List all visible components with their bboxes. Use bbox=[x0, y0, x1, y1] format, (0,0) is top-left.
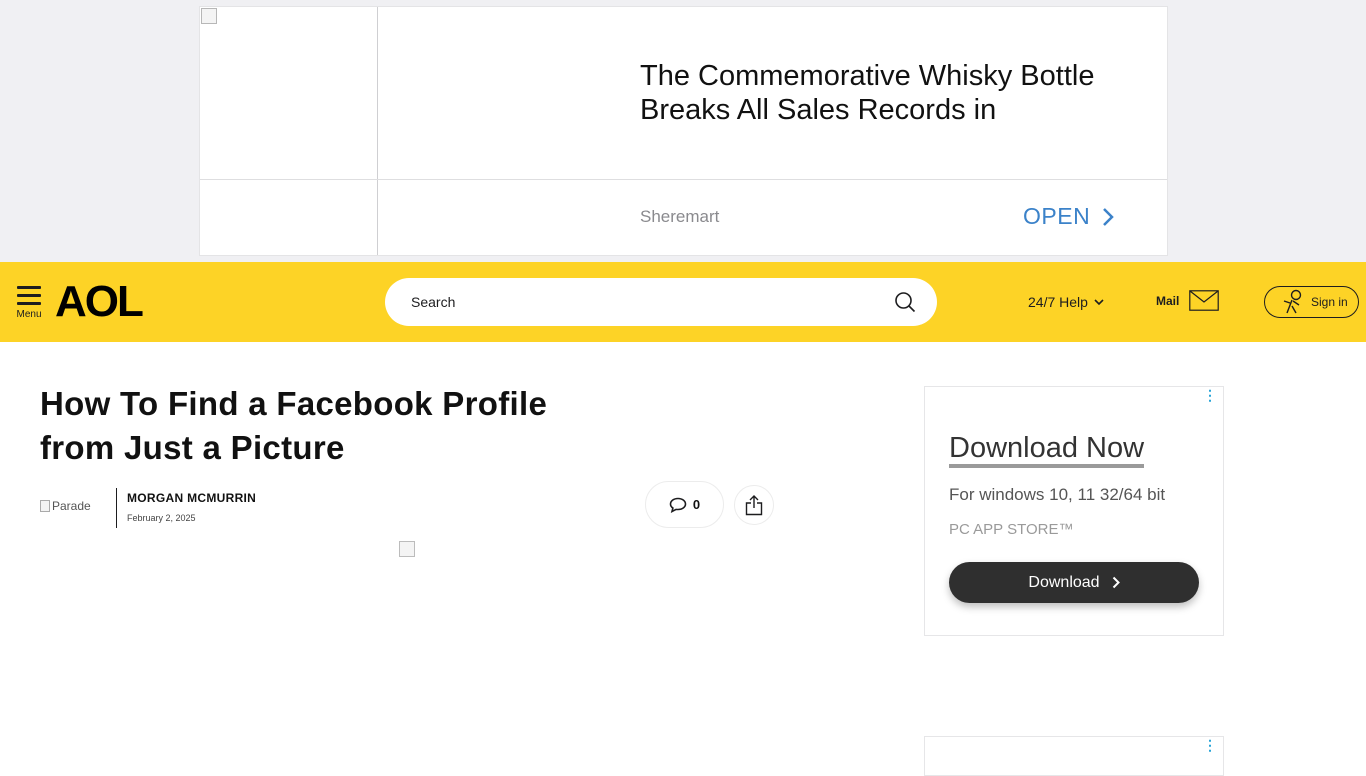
broken-image-icon bbox=[40, 500, 50, 512]
hero-image-broken bbox=[399, 541, 415, 557]
chevron-right-icon bbox=[1103, 207, 1114, 226]
help-label: 24/7 Help bbox=[1028, 294, 1088, 310]
chevron-right-icon bbox=[1112, 576, 1120, 589]
side-ad-second[interactable]: ⋮ bbox=[924, 736, 1224, 776]
ad-image-broken[interactable] bbox=[200, 7, 378, 255]
user-icon bbox=[1283, 289, 1302, 314]
side-ad-subtitle: For windows 10, 11 32/64 bit bbox=[949, 485, 1166, 504]
download-label: Download bbox=[1028, 573, 1100, 591]
search-input[interactable] bbox=[411, 290, 871, 314]
signin-button[interactable]: Sign in bbox=[1264, 286, 1359, 318]
site-header: Menu AOL 24/7 Help Mail Sign in bbox=[0, 262, 1366, 342]
menu-icon bbox=[14, 286, 44, 305]
top-ad-banner[interactable]: The Commemorative Whisky Bottle Breaks A… bbox=[199, 6, 1168, 256]
byline-divider bbox=[116, 488, 117, 528]
side-ad-headline[interactable]: Download Now bbox=[949, 433, 1145, 468]
mail-link[interactable]: Mail bbox=[1156, 290, 1220, 311]
publisher-logo[interactable]: Parade bbox=[40, 499, 91, 513]
search-bar bbox=[385, 278, 937, 326]
broken-image-icon bbox=[201, 8, 217, 24]
adchoices-icon[interactable]: ⋮ bbox=[1203, 388, 1217, 402]
ad-headline[interactable]: The Commemorative Whisky Bottle Breaks A… bbox=[640, 59, 1140, 127]
ad-open-label: OPEN bbox=[1023, 203, 1091, 229]
side-ad-store: PC APP STORE™ bbox=[949, 521, 1074, 538]
ad-open-button[interactable]: OPEN bbox=[1023, 203, 1114, 230]
ad-advertiser[interactable]: Sheremart bbox=[640, 207, 719, 227]
publisher-alt: Parade bbox=[52, 499, 91, 513]
comment-icon bbox=[669, 497, 687, 513]
download-button[interactable]: Download bbox=[949, 562, 1199, 603]
chevron-down-icon bbox=[1094, 299, 1104, 306]
share-button[interactable] bbox=[734, 485, 774, 525]
menu-button[interactable]: Menu bbox=[14, 286, 44, 322]
author-name[interactable]: MORGAN MCMURRIN bbox=[127, 491, 256, 505]
mail-label: Mail bbox=[1156, 293, 1180, 308]
side-ad[interactable]: ⋮ Download Now For windows 10, 11 32/64 … bbox=[924, 386, 1224, 636]
aol-logo[interactable]: AOL bbox=[55, 280, 144, 324]
article-title: How To Find a Facebook Profile from Just… bbox=[40, 385, 548, 466]
menu-label: Menu bbox=[16, 309, 42, 320]
mail-icon bbox=[1189, 290, 1220, 311]
search-icon[interactable] bbox=[894, 291, 916, 313]
adchoices-icon[interactable]: ⋮ bbox=[1203, 738, 1217, 752]
help-dropdown[interactable]: 24/7 Help bbox=[1028, 294, 1104, 310]
signin-label: Sign in bbox=[1311, 295, 1348, 309]
share-icon bbox=[745, 495, 763, 516]
publish-date: February 2, 2025 bbox=[127, 513, 196, 523]
comment-count: 0 bbox=[692, 497, 701, 512]
ad-divider bbox=[200, 179, 1167, 180]
comments-button[interactable]: 0 bbox=[645, 481, 724, 528]
